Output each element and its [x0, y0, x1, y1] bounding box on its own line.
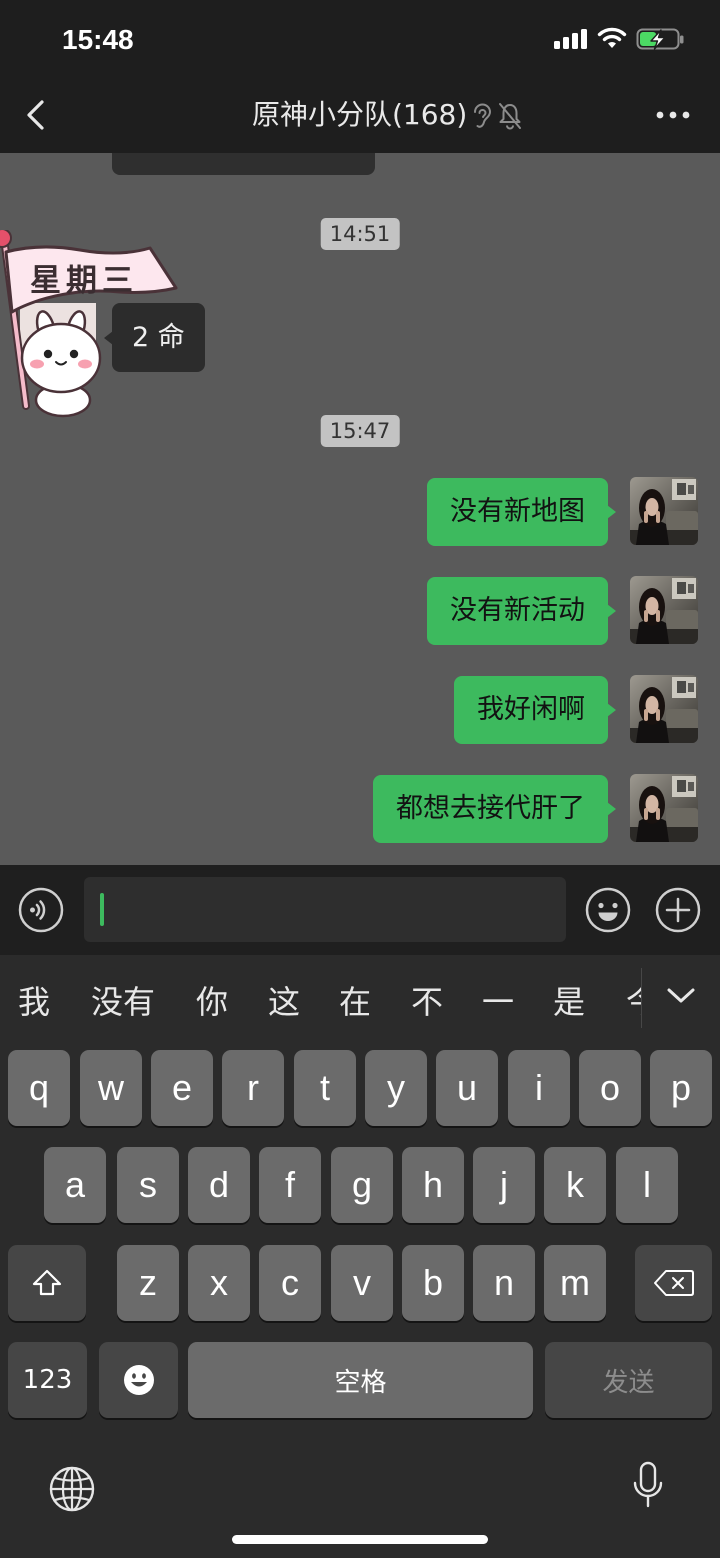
backspace-icon: [653, 1270, 694, 1296]
chevron-down-icon[interactable]: [666, 987, 696, 1005]
candidate-word[interactable]: 不: [411, 960, 443, 1045]
chat-title: 原神小分队(168): [252, 98, 468, 131]
globe-icon[interactable]: [47, 1464, 97, 1514]
candidate-word[interactable]: 一: [482, 960, 514, 1045]
home-indicator[interactable]: [232, 1535, 488, 1544]
key-d[interactable]: d: [188, 1147, 250, 1223]
chevron-left-icon[interactable]: [24, 99, 48, 131]
key-v[interactable]: v: [331, 1245, 393, 1321]
candidate-word[interactable]: 没有: [91, 960, 155, 1045]
send-key[interactable]: 发送: [545, 1342, 712, 1418]
key-l[interactable]: l: [616, 1147, 678, 1223]
key-e[interactable]: e: [151, 1050, 213, 1126]
space-key[interactable]: 空格: [188, 1342, 533, 1418]
key-n[interactable]: n: [473, 1245, 535, 1321]
emoji-key-icon: [123, 1365, 154, 1395]
outgoing-message-bubble[interactable]: 我好闲啊: [454, 676, 616, 744]
key-c[interactable]: c: [259, 1245, 321, 1321]
outgoing-message-bubble[interactable]: 都想去接代肝了: [373, 775, 616, 843]
emoji-icon[interactable]: [585, 887, 631, 933]
my-avatar[interactable]: [630, 477, 698, 545]
emoji-key[interactable]: [99, 1342, 178, 1418]
shift-key[interactable]: [8, 1245, 86, 1321]
my-avatar[interactable]: [630, 675, 698, 743]
candidate-bar: 我 没有 你 这 在 不 一 是 今: [0, 960, 641, 1045]
timestamp: 14:51: [320, 218, 400, 250]
keyboard: 我 没有 你 这 在 不 一 是 今 q w e r t y u i o p a…: [0, 955, 720, 1558]
ear-icon: [474, 103, 492, 128]
backspace-key[interactable]: [635, 1245, 712, 1321]
battery-charging-icon: [636, 28, 684, 50]
key-z[interactable]: z: [117, 1245, 179, 1321]
input-bar: [0, 865, 720, 955]
shift-icon: [32, 1269, 62, 1296]
candidate-word[interactable]: 今: [626, 960, 641, 1045]
wifi-icon: [597, 27, 627, 48]
key-u[interactable]: u: [436, 1050, 498, 1126]
key-y[interactable]: y: [365, 1050, 427, 1126]
cellular-signal-icon: [554, 29, 587, 49]
message-input[interactable]: [84, 877, 566, 942]
nav-bar: 原神小分队(168): [0, 80, 720, 153]
candidate-word[interactable]: 我: [18, 960, 50, 1045]
previous-message-bubble[interactable]: [112, 153, 375, 175]
key-j[interactable]: j: [473, 1147, 535, 1223]
my-avatar[interactable]: [630, 576, 698, 644]
key-p[interactable]: p: [650, 1050, 712, 1126]
plus-icon[interactable]: [655, 887, 701, 933]
more-dots-icon[interactable]: [656, 109, 690, 121]
key-t[interactable]: t: [294, 1050, 356, 1126]
voice-icon[interactable]: [18, 887, 64, 933]
candidate-word[interactable]: 在: [339, 960, 371, 1045]
key-q[interactable]: q: [8, 1050, 70, 1126]
key-o[interactable]: o: [579, 1050, 641, 1126]
sender-avatar[interactable]: 星期三: [0, 230, 180, 420]
candidate-divider: [641, 968, 642, 1028]
numbers-key[interactable]: 123: [8, 1342, 87, 1418]
outgoing-message-bubble[interactable]: 没有新活动: [427, 577, 616, 645]
key-a[interactable]: a: [44, 1147, 106, 1223]
key-k[interactable]: k: [544, 1147, 606, 1223]
my-avatar[interactable]: [630, 774, 698, 842]
status-bar: 15:48: [0, 0, 720, 80]
key-x[interactable]: x: [188, 1245, 250, 1321]
key-g[interactable]: g: [331, 1147, 393, 1223]
key-f[interactable]: f: [259, 1147, 321, 1223]
key-b[interactable]: b: [402, 1245, 464, 1321]
chat-area[interactable]: 14:51 2 命 星期三 15:47 没有新地图 没有新活动 我好闲啊 都想去…: [0, 153, 720, 865]
candidate-word[interactable]: 这: [268, 960, 300, 1045]
text-cursor: [100, 893, 104, 926]
candidate-word[interactable]: 是: [553, 960, 585, 1045]
bell-slash-icon: [499, 103, 521, 130]
key-h[interactable]: h: [402, 1147, 464, 1223]
key-r[interactable]: r: [222, 1050, 284, 1126]
key-i[interactable]: i: [508, 1050, 570, 1126]
key-m[interactable]: m: [544, 1245, 606, 1321]
microphone-icon[interactable]: [630, 1461, 666, 1515]
key-s[interactable]: s: [117, 1147, 179, 1223]
outgoing-message-bubble[interactable]: 没有新地图: [427, 478, 616, 546]
avatar-flag-text: 星期三: [30, 263, 138, 299]
candidate-word[interactable]: 你: [196, 960, 228, 1045]
key-w[interactable]: w: [80, 1050, 142, 1126]
timestamp: 15:47: [320, 415, 400, 447]
status-time: 15:48: [62, 24, 134, 55]
